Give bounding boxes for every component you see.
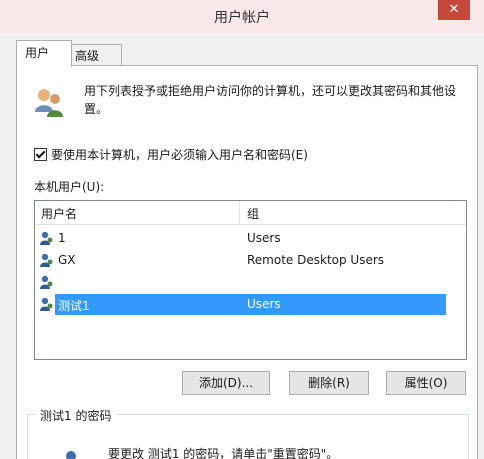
column-header-group[interactable]: 组 <box>247 205 259 222</box>
password-icon <box>66 451 76 459</box>
user-icon <box>40 297 53 311</box>
password-group: 测试1 的密码 要更改 测试1 的密码，请单击"重置密码"。 <box>27 407 469 459</box>
user-group-cell: Users <box>247 297 281 311</box>
user-row-gx[interactable]: GX Remote Desktop Users <box>35 250 464 271</box>
users-tab-panel: 用下列表授予或拒绝用户访问你的计算机，还可以更改其密码和其他设置。 要使用本计算… <box>16 65 478 459</box>
tab-advanced-label: 高级 <box>75 49 100 63</box>
tab-users-label: 用户 <box>25 46 50 60</box>
user-name-cell: 1 <box>58 231 66 245</box>
require-password-checkbox[interactable] <box>34 147 47 161</box>
user-name-cell: GX <box>58 253 76 267</box>
user-icon <box>40 275 53 289</box>
require-password-row[interactable]: 要使用本计算机，用户必须输入用户名和密码(E) <box>34 146 308 162</box>
close-button[interactable]: ✕ <box>438 0 470 20</box>
add-button[interactable]: 添加(D)... <box>182 371 270 395</box>
remove-button[interactable]: 删除(R) <box>289 371 369 395</box>
column-header-username[interactable]: 用户名 <box>41 205 77 222</box>
password-group-title: 测试1 的密码 <box>36 407 116 424</box>
properties-button[interactable]: 属性(O) <box>386 371 466 395</box>
user-row-1[interactable]: 1 Users <box>35 228 464 249</box>
user-icon <box>40 253 53 267</box>
user-accounts-window: 用户帐户 ✕ 用户 高级 用下列表授予或拒绝用户访问你的计算机，还可以更改其密码… <box>0 0 484 459</box>
users-list[interactable]: 用户名 组 1 Users GX Remote Desktop Users 测试… <box>34 200 467 360</box>
tab-users[interactable]: 用户 <box>16 40 72 67</box>
description-text: 用下列表授予或拒绝用户访问你的计算机，还可以更改其密码和其他设置。 <box>84 84 457 116</box>
list-header: 用户名 组 <box>35 201 466 225</box>
require-password-label: 要使用本计算机，用户必须输入用户名和密码(E) <box>51 147 308 162</box>
column-divider[interactable] <box>239 201 240 224</box>
tab-advanced[interactable]: 高级 <box>66 44 122 67</box>
user-row-test1[interactable]: 测试1 Users <box>35 294 464 315</box>
user-group-cell: Users <box>247 231 281 245</box>
user-row-blank[interactable] <box>35 272 464 293</box>
user-group-cell: Remote Desktop Users <box>247 253 385 267</box>
local-users-label: 本机用户(U): <box>34 180 105 194</box>
window-title: 用户帐户 <box>214 10 270 26</box>
users-icon <box>35 89 63 117</box>
title-bar: 用户帐户 ✕ <box>0 0 484 33</box>
password-instructions: 要更改 测试1 的密码，请单击"重置密码"。 <box>108 447 339 459</box>
user-name-cell: 测试1 <box>58 299 90 313</box>
user-icon <box>40 231 53 245</box>
